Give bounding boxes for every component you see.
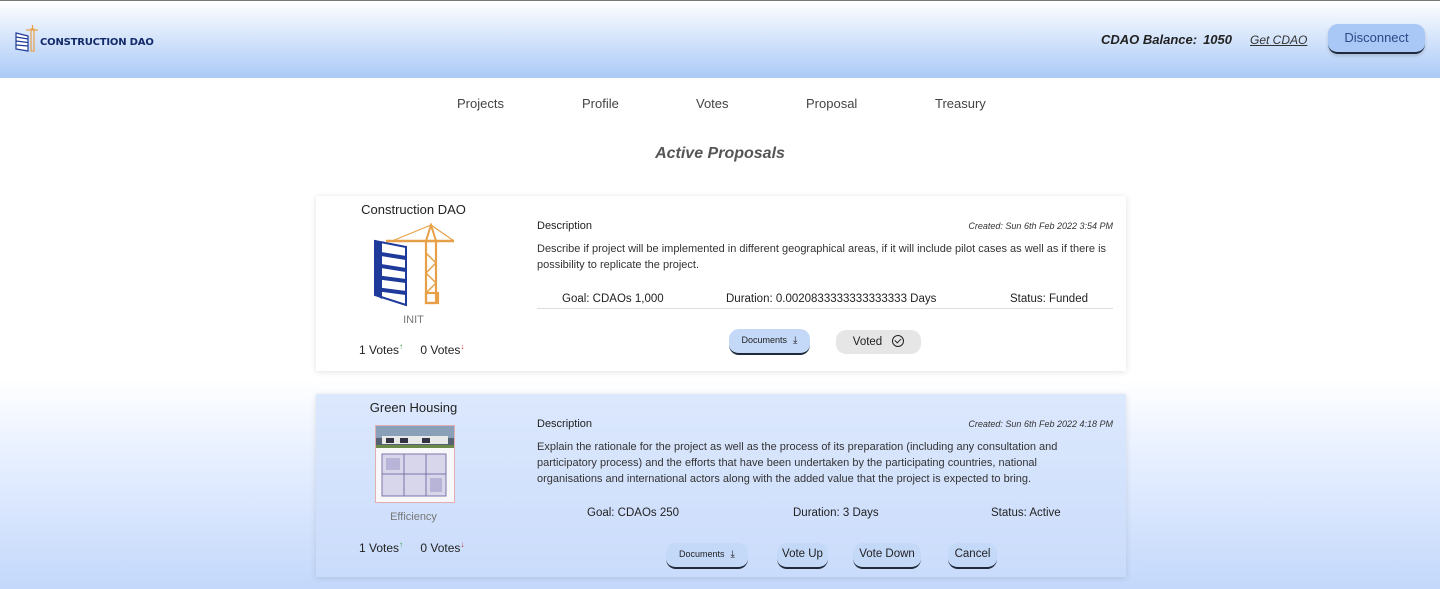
logo[interactable]: CONSTRUCTION DAO (14, 25, 154, 53)
proposal-card: Construction DAO INIT 1 Votes↑ 0 Votes↓ … (316, 196, 1126, 371)
description-label: Description (537, 418, 593, 430)
nav-treasury[interactable]: Treasury (935, 96, 986, 111)
goal: Goal: CDAOs 1,000 (562, 293, 664, 305)
proposal-card: Green Housing Efficiency 1 Votes↑ 0 Vote… (316, 394, 1126, 577)
disconnect-button[interactable]: Disconnect (1328, 24, 1425, 54)
page-title: Active Proposals (655, 145, 785, 162)
description-label: Description (537, 220, 593, 232)
description-text: Explain the rationale for the project as… (537, 441, 1058, 485)
created-date: Created: Sun 6th Feb 2022 3:54 PM (968, 221, 1113, 231)
crane-logo-icon (15, 25, 38, 52)
documents-label: Documents (679, 549, 725, 559)
cancel-button[interactable]: Cancel (948, 543, 997, 569)
votes-down-count: 0 Votes (420, 343, 461, 357)
project-name: Construction DAO (361, 202, 466, 217)
votes-down-count: 0 Votes (420, 541, 461, 555)
vote-down-button[interactable]: Vote Down (853, 543, 921, 569)
status: Status: Funded (1010, 293, 1088, 305)
vote-counts: 1 Votes↑ 0 Votes↓ (359, 342, 464, 357)
status: Status: Active (991, 507, 1061, 519)
description-text: Describe if project will be implemented … (537, 243, 1107, 271)
project-category: Efficiency (390, 511, 437, 523)
download-icon: ⤓ (730, 549, 735, 560)
documents-button[interactable]: Documents ⤓ (666, 543, 748, 569)
nav-votes[interactable]: Votes (696, 96, 729, 111)
check-circle-icon (892, 335, 905, 347)
votes-up-count: 1 Votes (359, 343, 400, 357)
top-bar: CONSTRUCTION DAO CDAO Balance: 1050 Get C… (0, 0, 1440, 78)
arrow-down-icon: ↓ (460, 342, 465, 351)
documents-button[interactable]: Documents ⤓ (729, 329, 810, 355)
get-cdao-link[interactable]: Get CDAO (1250, 33, 1307, 47)
divider (537, 308, 1113, 309)
main-nav: Projects Profile Votes Proposal Treasury (0, 96, 1440, 116)
balance-label: CDAO Balance: (1101, 32, 1198, 47)
vote-counts: 1 Votes↑ 0 Votes↓ (359, 540, 464, 555)
proposal-summary: Construction DAO INIT 1 Votes↑ 0 Votes↓ (316, 196, 511, 371)
balance-value: 1050 (1203, 32, 1232, 47)
project-logo-icon (374, 223, 455, 307)
duration: Duration: 0.0020833333333333333 Days (726, 293, 937, 305)
duration: Duration: 3 Days (793, 507, 879, 519)
arrow-up-icon: ↑ (399, 342, 404, 351)
project-image[interactable] (375, 425, 455, 503)
house-plan-image (376, 426, 454, 497)
download-icon: ⤓ (793, 335, 798, 346)
nav-proposal[interactable]: Proposal (806, 96, 857, 111)
nav-profile[interactable]: Profile (582, 96, 619, 111)
goal: Goal: CDAOs 250 (587, 507, 680, 519)
voted-button[interactable]: Voted (836, 330, 921, 354)
arrow-down-icon: ↓ (460, 540, 465, 549)
created-date: Created: Sun 6th Feb 2022 4:18 PM (968, 419, 1113, 429)
arrow-up-icon: ↑ (399, 540, 404, 549)
voted-label: Voted (852, 336, 883, 348)
project-category: INIT (403, 314, 424, 326)
vote-up-button[interactable]: Vote Up (777, 543, 828, 569)
documents-label: Documents (741, 335, 788, 345)
votes-up-count: 1 Votes (359, 541, 400, 555)
nav-projects[interactable]: Projects (457, 96, 504, 111)
cdao-balance: CDAO Balance: 1050 (1101, 32, 1232, 47)
project-name: Green Housing (369, 400, 458, 415)
logo-text: CONSTRUCTION DAO (40, 36, 154, 48)
proposal-summary: Green Housing Efficiency 1 Votes↑ 0 Vote… (316, 394, 511, 577)
